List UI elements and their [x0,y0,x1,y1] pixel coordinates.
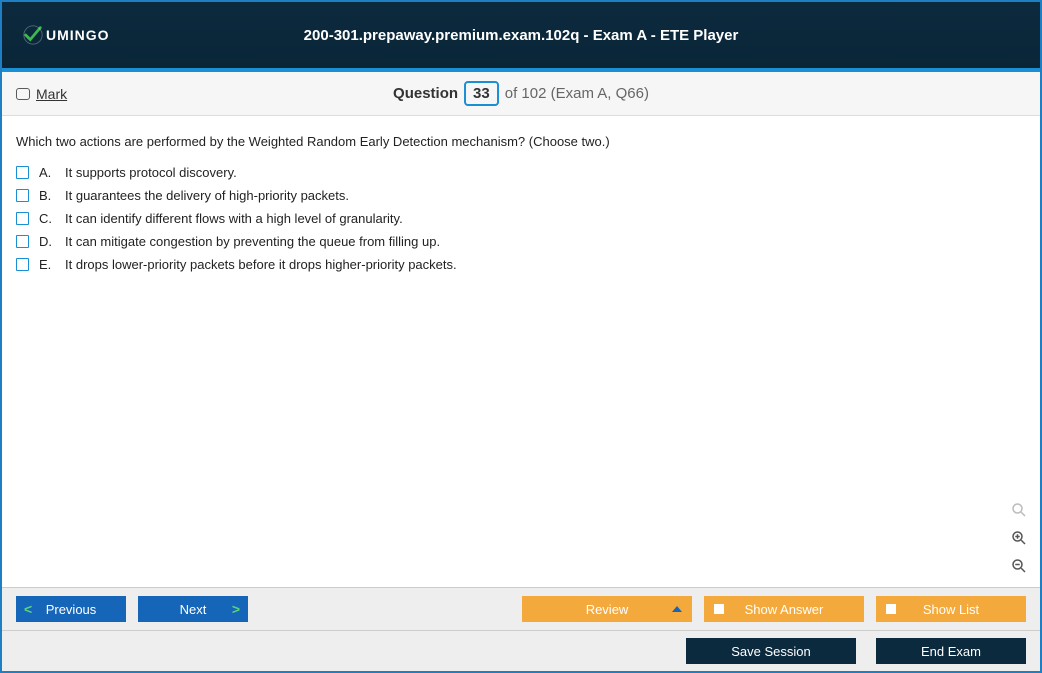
previous-button[interactable]: < Previous [16,596,126,622]
button-bar: < Previous Next > Review Show Answer Sho… [2,587,1040,630]
logo-text: UMINGO [46,27,110,43]
review-button[interactable]: Review [522,596,692,622]
mark-control[interactable]: Mark [16,86,67,102]
zoom-in-icon[interactable] [1008,527,1030,549]
zoom-out-icon[interactable] [1008,555,1030,577]
option-e[interactable]: E. It drops lower-priority packets befor… [16,257,1026,272]
option-d[interactable]: D. It can mitigate congestion by prevent… [16,234,1026,249]
question-word: Question [393,85,458,102]
mark-checkbox[interactable] [16,88,30,100]
side-tools [1008,499,1030,577]
button-label: Previous [46,602,97,617]
option-text: It supports protocol discovery. [65,165,237,180]
app-logo: UMINGO [22,24,110,46]
show-list-button[interactable]: Show List [876,596,1026,622]
button-label: Next [180,602,207,617]
option-letter: C. [39,211,55,226]
option-a[interactable]: A. It supports protocol discovery. [16,165,1026,180]
option-checkbox[interactable] [16,235,29,248]
next-button[interactable]: Next > [138,596,248,622]
square-icon [714,604,724,614]
save-session-button[interactable]: Save Session [686,638,856,664]
mark-label[interactable]: Mark [36,86,67,102]
option-text: It drops lower-priority packets before i… [65,257,457,272]
option-letter: D. [39,234,55,249]
option-b[interactable]: B. It guarantees the delivery of high-pr… [16,188,1026,203]
option-letter: A. [39,165,55,180]
content-area: Which two actions are performed by the W… [2,116,1040,587]
option-letter: B. [39,188,55,203]
bottom-bar: Save Session End Exam [2,630,1040,671]
option-checkbox[interactable] [16,189,29,202]
option-text: It guarantees the delivery of high-prior… [65,188,349,203]
triangle-up-icon [672,606,682,612]
end-exam-button[interactable]: End Exam [876,638,1026,664]
search-icon[interactable] [1008,499,1030,521]
question-total: of 102 (Exam A, Q66) [505,85,649,102]
button-label: Show List [923,602,979,617]
option-letter: E. [39,257,55,272]
question-header: Mark Question 33 of 102 (Exam A, Q66) [2,72,1040,116]
button-label: Review [586,602,629,617]
window-title: 200-301.prepaway.premium.exam.102q - Exa… [304,27,739,44]
app-window: _ ☐ ✕ UMINGO 200-301.prepaway.premium.ex… [0,0,1042,673]
button-label: End Exam [921,644,981,659]
button-label: Show Answer [745,602,824,617]
chevron-left-icon: < [24,601,32,617]
square-icon [886,604,896,614]
option-c[interactable]: C. It can identify different flows with … [16,211,1026,226]
chevron-right-icon: > [232,601,240,617]
option-checkbox[interactable] [16,166,29,179]
show-answer-button[interactable]: Show Answer [704,596,864,622]
option-text: It can identify different flows with a h… [65,211,403,226]
option-checkbox[interactable] [16,212,29,225]
title-bar: UMINGO 200-301.prepaway.premium.exam.102… [2,2,1040,68]
question-text: Which two actions are performed by the W… [16,134,1026,149]
option-text: It can mitigate congestion by preventing… [65,234,440,249]
button-label: Save Session [731,644,811,659]
option-checkbox[interactable] [16,258,29,271]
question-indicator: Question 33 of 102 (Exam A, Q66) [393,81,649,106]
question-number-box: 33 [464,81,499,106]
logo-checkmark-icon [22,24,44,46]
